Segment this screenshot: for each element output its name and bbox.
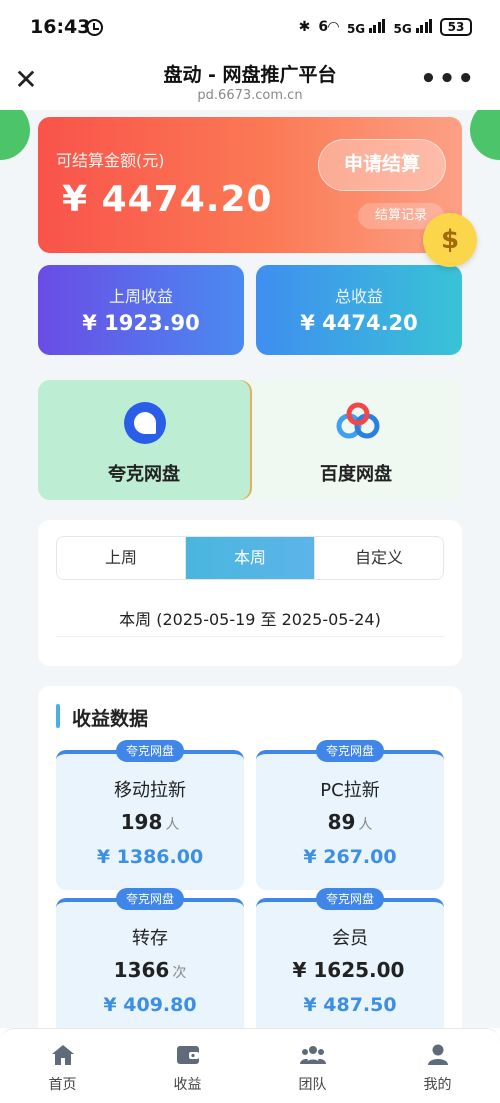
tile-name: PC拉新	[320, 780, 380, 801]
earnings-section: 收益数据 夸克网盘 移动拉新 198 人 ¥ 1386.00 夸克网盘 PC拉新 …	[38, 686, 462, 1046]
divider	[56, 636, 444, 637]
balance-amount: ¥ 4474.20	[62, 179, 273, 220]
tile-count: ¥ 1625.00	[292, 958, 405, 982]
disk-tab-baidu[interactable]: 百度网盘	[250, 380, 462, 500]
period-tab-this-week[interactable]: 本周	[185, 537, 314, 579]
user-icon	[427, 1044, 448, 1065]
tab-label: 团队	[298, 1077, 327, 1093]
wallet-icon	[176, 1046, 199, 1064]
tile-badge: 夸克网盘	[316, 740, 384, 762]
tile-amount: ¥ 409.80	[103, 994, 197, 1016]
period-segmented-control: 上周 本周 自定义	[56, 536, 444, 580]
tab-earnings[interactable]: 收益	[125, 1029, 250, 1103]
last-week-value: ¥ 1923.90	[82, 311, 200, 335]
tab-me[interactable]: 我的	[375, 1029, 500, 1103]
tile-name: 会员	[332, 928, 368, 949]
tile-amount: ¥ 487.50	[303, 994, 397, 1016]
more-options-icon[interactable]: •••	[420, 64, 476, 94]
disk-label-baidu: 百度网盘	[320, 464, 392, 485]
section-accent-bar	[56, 704, 60, 728]
battery-icon: 53	[440, 17, 472, 36]
last-week-earnings-card: 上周收益 ¥ 1923.90	[38, 265, 244, 355]
home-icon	[51, 1045, 74, 1065]
baidu-icon	[336, 402, 380, 439]
wifi-icon: 6◠	[318, 18, 339, 35]
disk-label-quark: 夸克网盘	[108, 464, 180, 485]
bottom-tab-bar: 首页 收益 团队 我的	[0, 1028, 500, 1103]
balance-card: 可结算金额(元) ¥ 4474.20 申请结算 结算记录	[38, 117, 462, 253]
last-week-label: 上周收益	[108, 287, 173, 306]
tile-amount: ¥ 1386.00	[96, 846, 204, 868]
disk-selector: 夸克网盘 百度网盘	[38, 380, 462, 500]
quark-icon	[124, 402, 166, 444]
tile-badge: 夸克网盘	[116, 740, 184, 762]
earnings-tile-pc-new[interactable]: 夸克网盘 PC拉新 89 人 ¥ 267.00	[256, 740, 444, 890]
tile-badge: 夸克网盘	[116, 888, 184, 910]
disk-tab-quark[interactable]: 夸克网盘	[38, 380, 250, 500]
tab-label: 我的	[423, 1077, 452, 1093]
total-label: 总收益	[334, 287, 383, 306]
team-icon	[299, 1046, 326, 1064]
money-bag-icon[interactable]: $	[423, 213, 477, 267]
signal-icon-2: 5G	[393, 17, 432, 36]
tile-amount: ¥ 267.00	[303, 846, 397, 868]
earnings-tile-mobile-new[interactable]: 夸克网盘 移动拉新 198 人 ¥ 1386.00	[56, 740, 244, 890]
browser-header: ✕ 盘动 - 网盘推广平台 pd.6673.com.cn •••	[0, 56, 500, 116]
earnings-tile-membership[interactable]: 夸克网盘 会员 ¥ 1625.00 ¥ 487.50	[256, 888, 444, 1038]
tile-count: 1366 次	[113, 958, 187, 982]
tile-badge: 夸克网盘	[316, 888, 384, 910]
status-bar: 16:43 ✱ 6◠ 5G 5G 53	[0, 0, 500, 56]
apply-settlement-button[interactable]: 申请结算	[318, 139, 446, 191]
tile-name: 移动拉新	[114, 780, 186, 801]
period-card: 上周 本周 自定义 本周 (2025-05-19 至 2025-05-24)	[38, 520, 462, 666]
tab-home[interactable]: 首页	[0, 1029, 125, 1103]
tile-name: 转存	[132, 928, 168, 949]
clock: 16:43	[30, 16, 91, 38]
total-earnings-card: 总收益 ¥ 4474.20	[256, 265, 462, 355]
bluetooth-icon: ✱	[298, 18, 311, 35]
tab-team[interactable]: 团队	[250, 1029, 375, 1103]
period-tab-last-week[interactable]: 上周	[57, 537, 185, 579]
total-value: ¥ 4474.20	[300, 311, 418, 335]
period-range: 本周 (2025-05-19 至 2025-05-24)	[119, 610, 381, 629]
tile-count: 89 人	[327, 810, 373, 834]
section-title: 收益数据	[72, 708, 149, 730]
signal-icon: 5G	[347, 17, 386, 36]
earnings-tile-transfer[interactable]: 夸克网盘 转存 1366 次 ¥ 409.80	[56, 888, 244, 1038]
status-icons: ✱ 6◠ 5G 5G 53	[299, 17, 472, 36]
balance-label: 可结算金额(元)	[56, 151, 165, 170]
tab-label: 首页	[48, 1077, 77, 1093]
tab-label: 收益	[173, 1077, 202, 1093]
tile-count: 198 人	[120, 810, 180, 834]
period-tab-custom[interactable]: 自定义	[314, 537, 443, 579]
alarm-icon	[86, 19, 103, 36]
